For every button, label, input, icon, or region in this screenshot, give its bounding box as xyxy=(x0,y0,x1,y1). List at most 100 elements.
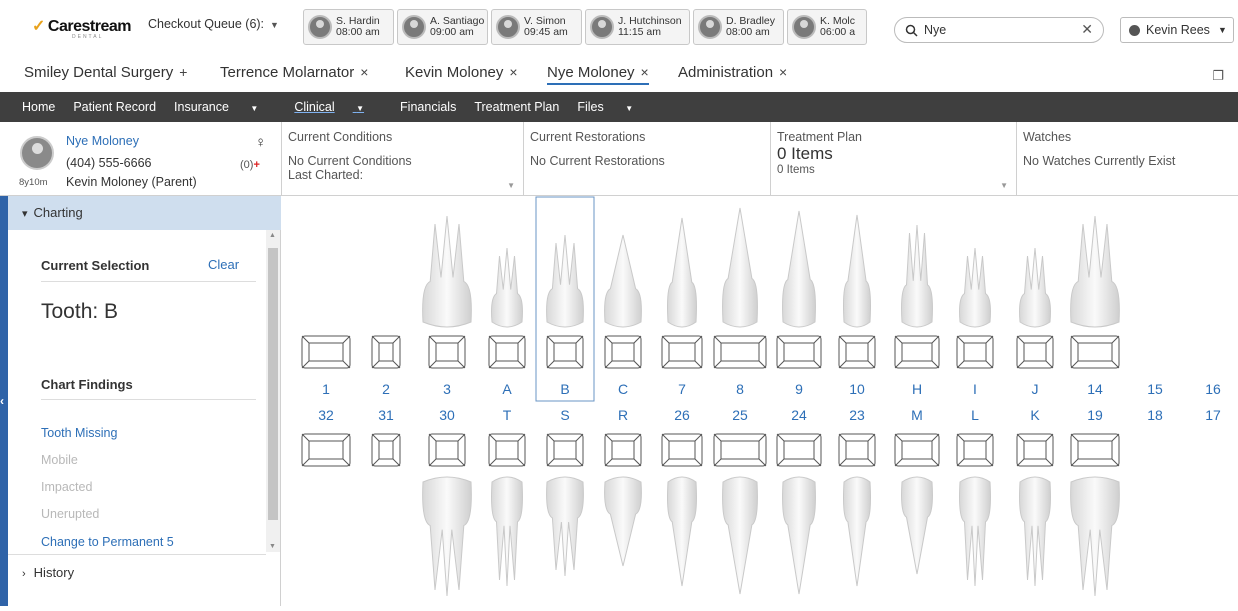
tooth-surface-box[interactable] xyxy=(1016,433,1054,467)
tooth-surface-box[interactable] xyxy=(894,433,940,467)
tooth-image[interactable] xyxy=(422,215,472,328)
tooth-surface-box[interactable] xyxy=(428,433,466,467)
nav-clinical[interactable]: Clinical ▼ xyxy=(294,100,382,114)
restore-window-icon[interactable]: ❐ xyxy=(1212,68,1224,84)
current-restorations-section[interactable]: Current Restorations No Current Restorat… xyxy=(523,122,770,196)
tooth-number-lower[interactable]: S xyxy=(560,407,569,423)
tooth-number-upper[interactable]: H xyxy=(912,381,922,397)
tooth-number-lower[interactable]: M xyxy=(911,407,923,423)
tooth-surface-box[interactable] xyxy=(1016,335,1054,369)
carestream-logo[interactable]: ✓ Carestream xyxy=(32,16,131,36)
tooth-number-lower[interactable]: 26 xyxy=(674,407,690,423)
user-menu[interactable]: Kevin Rees ▼ xyxy=(1120,17,1234,43)
tooth-surface-box[interactable] xyxy=(956,433,994,467)
patient-name-link[interactable]: Nye Moloney xyxy=(66,134,139,148)
plus-icon[interactable]: + xyxy=(179,64,187,80)
tooth-surface-box[interactable] xyxy=(604,433,642,467)
nav-patient-record[interactable]: Patient Record xyxy=(73,100,156,114)
tooth-number-lower[interactable]: L xyxy=(971,407,979,423)
tooth-surface-box[interactable] xyxy=(371,433,401,467)
tooth-surface-box[interactable] xyxy=(301,335,351,369)
collapse-panel-strip[interactable]: ‹ xyxy=(0,196,8,606)
appointment-card[interactable]: V. Simon 09:45 am xyxy=(491,9,582,45)
tab-smiley-dental-surgery[interactable]: Smiley Dental Surgery + xyxy=(24,64,187,81)
scroll-up-icon[interactable]: ▲ xyxy=(269,232,276,239)
watches-section[interactable]: Watches No Watches Currently Exist xyxy=(1016,122,1238,196)
tooth-surface-box[interactable] xyxy=(371,335,401,369)
tooth-surface-box[interactable] xyxy=(956,335,994,369)
finding-tooth-missing[interactable]: Tooth Missing xyxy=(41,426,117,440)
tooth-number-upper[interactable]: C xyxy=(618,381,628,397)
tooth-surface-box[interactable] xyxy=(488,335,526,369)
tooth-image[interactable] xyxy=(722,476,758,595)
tooth-number-lower[interactable]: 32 xyxy=(318,407,334,423)
tooth-number-upper[interactable]: I xyxy=(973,381,977,397)
nav-insurance[interactable]: Insurance ▼ xyxy=(174,100,276,114)
close-icon[interactable]: × xyxy=(779,64,787,80)
nav-home[interactable]: Home xyxy=(22,100,55,114)
tooth-image[interactable] xyxy=(546,476,584,577)
tooth-surface-box[interactable] xyxy=(546,335,584,369)
tooth-image[interactable] xyxy=(842,214,872,328)
tooth-number-upper[interactable]: 2 xyxy=(382,381,390,397)
scroll-thumb[interactable] xyxy=(268,248,278,520)
appointment-card[interactable]: J. Hutchinson 11:15 am xyxy=(585,9,690,45)
tooth-surface-box[interactable] xyxy=(604,335,642,369)
tooth-number-upper[interactable]: 3 xyxy=(443,381,451,397)
tooth-image[interactable] xyxy=(722,207,758,328)
tooth-number-upper[interactable]: 9 xyxy=(795,381,803,397)
tooth-image[interactable] xyxy=(959,247,991,328)
tab-administration[interactable]: Administration × xyxy=(678,64,787,81)
tooth-image[interactable] xyxy=(604,234,642,328)
tooth-surface-box[interactable] xyxy=(713,335,767,369)
tooth-surface-box[interactable] xyxy=(838,433,876,467)
tooth-number-upper[interactable]: 16 xyxy=(1205,381,1221,397)
tooth-number-lower[interactable]: 24 xyxy=(791,407,807,423)
tooth-surface-box[interactable] xyxy=(776,433,822,467)
expand-icon[interactable]: ▼ xyxy=(507,181,515,190)
history-section-toggle[interactable]: › History xyxy=(22,565,74,580)
tooth-surface-box[interactable] xyxy=(838,335,876,369)
scroll-down-icon[interactable]: ▼ xyxy=(269,543,276,550)
current-conditions-section[interactable]: Current Conditions No Current Conditions… xyxy=(281,122,523,196)
tooth-image[interactable] xyxy=(782,476,816,595)
expand-icon[interactable]: ▼ xyxy=(1000,181,1008,190)
appointment-card[interactable]: S. Hardin 08:00 am xyxy=(303,9,394,45)
tooth-image[interactable] xyxy=(491,247,523,328)
tooth-number-lower[interactable]: 30 xyxy=(439,407,455,423)
tooth-number-lower[interactable]: T xyxy=(503,407,512,423)
clear-selection-link[interactable]: Clear xyxy=(208,257,239,272)
tooth-number-upper[interactable]: 14 xyxy=(1087,381,1103,397)
close-icon[interactable]: × xyxy=(641,64,649,80)
tab-nye-moloney[interactable]: Nye Moloney × xyxy=(547,64,649,85)
tooth-image[interactable] xyxy=(1019,476,1051,587)
tooth-image[interactable] xyxy=(1019,247,1051,328)
tooth-number-upper[interactable]: 8 xyxy=(736,381,744,397)
tooth-number-lower[interactable]: 17 xyxy=(1205,407,1221,423)
tab-kevin-moloney[interactable]: Kevin Moloney × xyxy=(405,64,518,81)
tooth-surface-box[interactable] xyxy=(546,433,584,467)
tooth-surface-box[interactable] xyxy=(661,335,703,369)
tooth-number-lower[interactable]: 19 xyxy=(1087,407,1103,423)
tooth-number-lower[interactable]: K xyxy=(1030,407,1040,423)
tooth-number-lower[interactable]: 23 xyxy=(849,407,865,423)
tooth-number-upper[interactable]: 1 xyxy=(322,381,330,397)
tooth-surface-box[interactable] xyxy=(1070,433,1120,467)
tab-terrence-molarnator[interactable]: Terrence Molarnator × xyxy=(220,64,368,81)
close-icon[interactable]: × xyxy=(509,64,517,80)
tooth-image[interactable] xyxy=(667,476,697,587)
clear-search-icon[interactable]: ✕ xyxy=(1081,21,1093,38)
close-icon[interactable]: × xyxy=(360,64,368,80)
tooth-surface-box[interactable] xyxy=(301,433,351,467)
tooth-surface-box[interactable] xyxy=(776,335,822,369)
tooth-number-lower[interactable]: 31 xyxy=(378,407,394,423)
tooth-image[interactable] xyxy=(491,476,523,587)
panel-scrollbar[interactable]: ▲ ▼ xyxy=(266,230,280,552)
tooth-surface-box[interactable] xyxy=(713,433,767,467)
tooth-number-lower[interactable]: R xyxy=(618,407,628,423)
tooth-image[interactable] xyxy=(667,217,697,328)
tooth-number-upper[interactable]: B xyxy=(560,381,569,397)
patient-search-input[interactable]: Nye ✕ xyxy=(894,17,1104,43)
tooth-number-upper[interactable]: 10 xyxy=(849,381,865,397)
tooth-image[interactable] xyxy=(901,476,933,575)
